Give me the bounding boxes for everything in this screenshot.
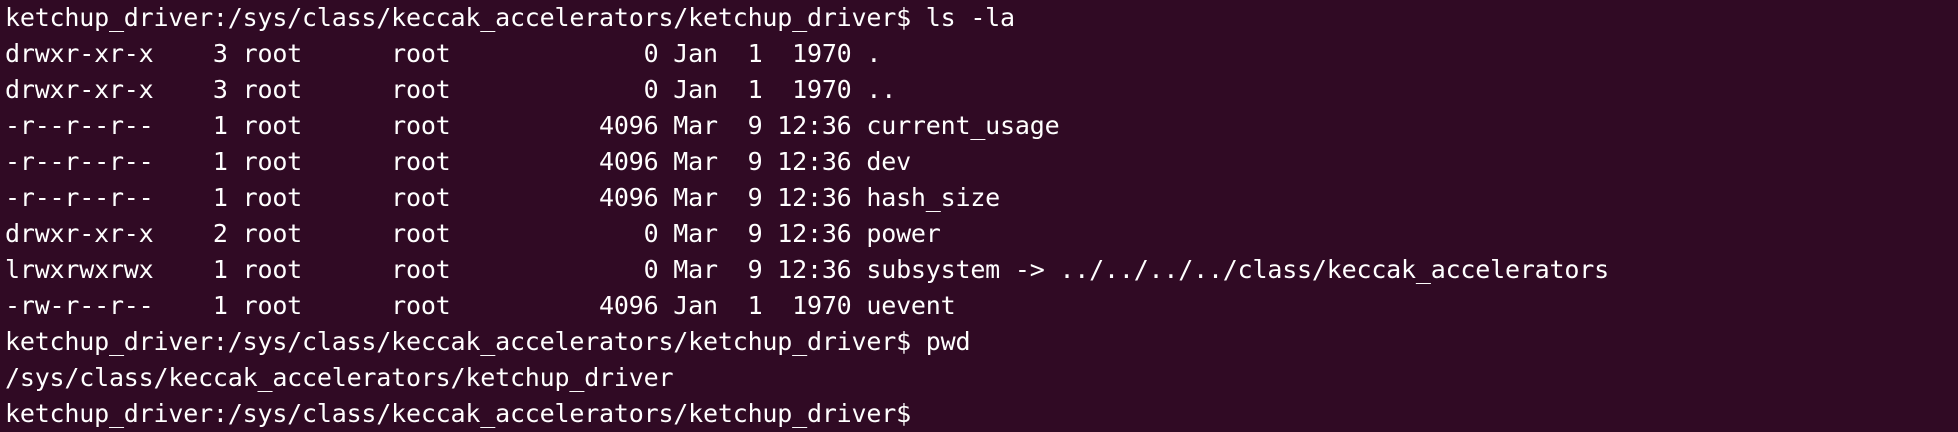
command-line-ls: ketchup_driver:/sys/class/keccak_acceler…	[5, 3, 1015, 32]
listing-row-current-usage: -r--r--r-- 1 root root 4096 Mar 9 12:36 …	[5, 111, 1060, 140]
pwd-output: /sys/class/keccak_accelerators/ketchup_d…	[5, 363, 674, 392]
prompt-line[interactable]: ketchup_driver:/sys/class/keccak_acceler…	[5, 396, 1958, 432]
listing-row-current-dir: drwxr-xr-x 3 root root 0 Jan 1 1970 .	[5, 39, 882, 68]
command-line-pwd: ketchup_driver:/sys/class/keccak_acceler…	[5, 327, 971, 356]
cursor	[911, 401, 925, 429]
terminal-window[interactable]: ketchup_driver:/sys/class/keccak_acceler…	[0, 0, 1958, 432]
listing-row-parent-dir: drwxr-xr-x 3 root root 0 Jan 1 1970 ..	[5, 75, 897, 104]
prompt-text: ketchup_driver:/sys/class/keccak_acceler…	[5, 399, 911, 428]
listing-row-subsystem: lrwxrwxrwx 1 root root 0 Mar 9 12:36 sub…	[5, 255, 1609, 284]
listing-row-hash-size: -r--r--r-- 1 root root 4096 Mar 9 12:36 …	[5, 183, 1001, 212]
listing-row-dev: -r--r--r-- 1 root root 4096 Mar 9 12:36 …	[5, 147, 911, 176]
listing-row-power: drwxr-xr-x 2 root root 0 Mar 9 12:36 pow…	[5, 219, 941, 248]
listing-row-uevent: -rw-r--r-- 1 root root 4096 Jan 1 1970 u…	[5, 291, 956, 320]
